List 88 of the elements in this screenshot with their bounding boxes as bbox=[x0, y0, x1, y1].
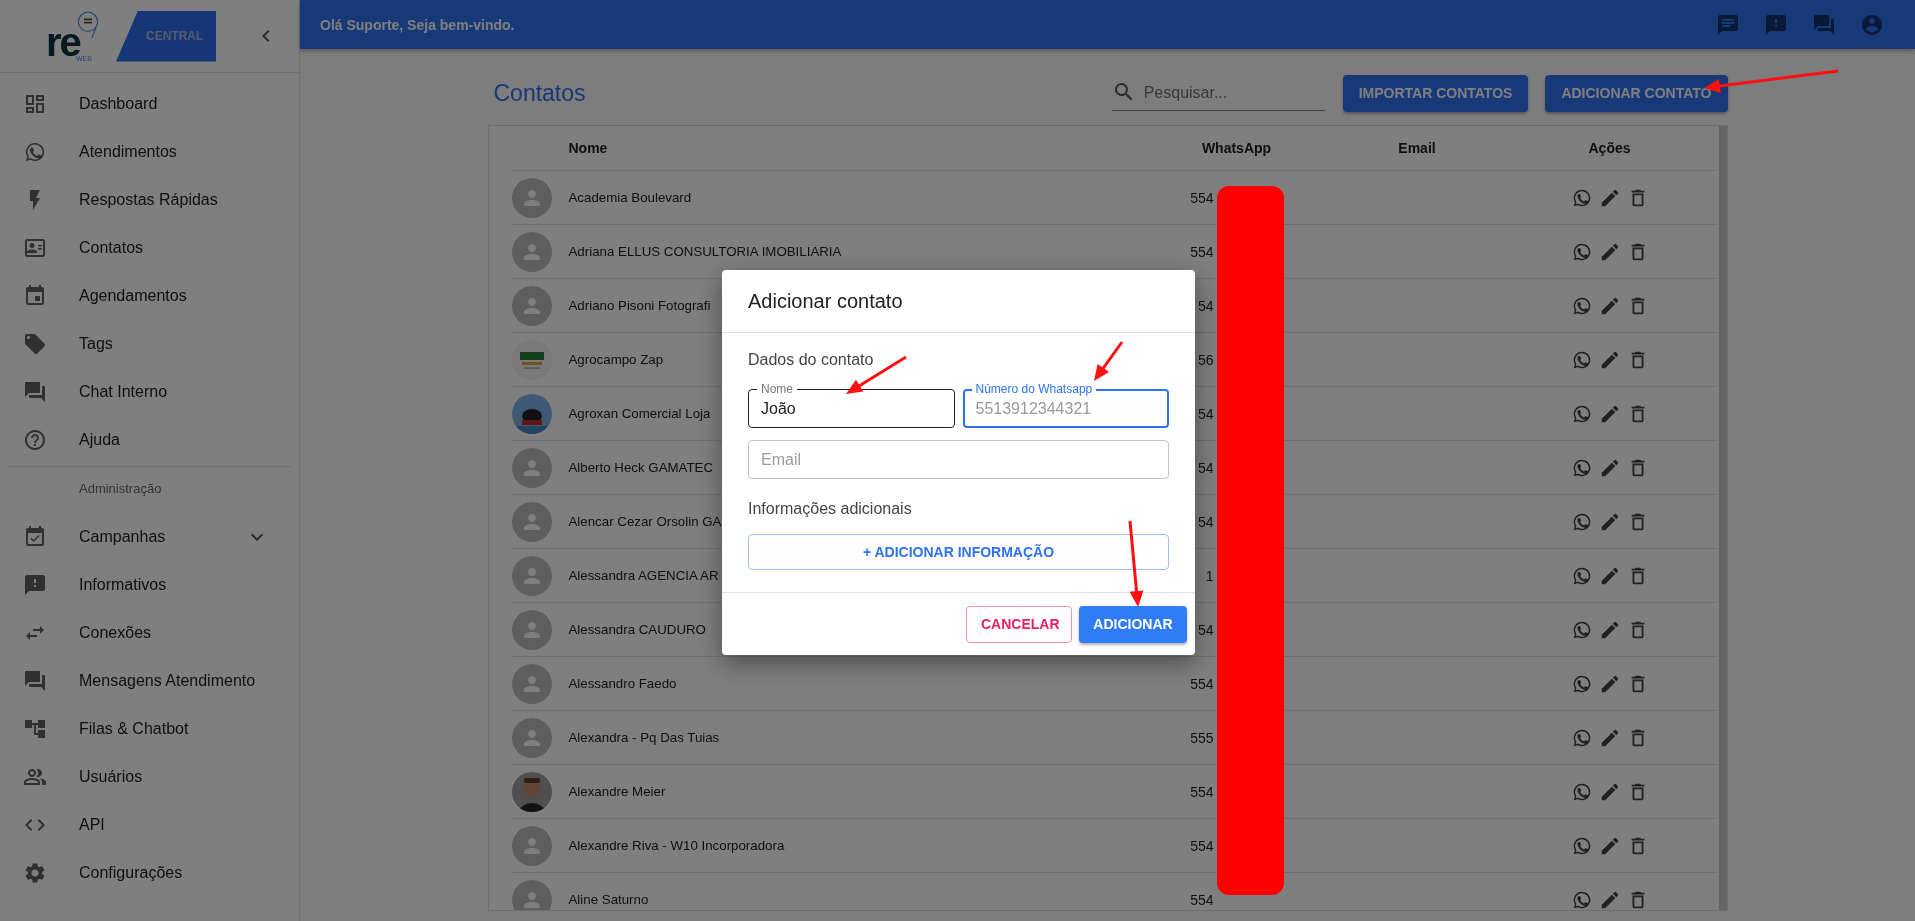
table-cell-text: 554 bbox=[1189, 891, 1214, 908]
scrollbar[interactable] bbox=[1718, 126, 1727, 910]
field-label: Nome bbox=[757, 382, 797, 396]
sidebar-item[interactable]: Respostas Rápidas bbox=[0, 176, 299, 224]
action-button[interactable]: ADICIONAR CONTATO bbox=[1545, 74, 1728, 112]
column-header: Nome bbox=[568, 140, 609, 156]
table-cell: Alexandre Meier bbox=[568, 784, 666, 799]
table-cell-text: 554 bbox=[1189, 783, 1214, 800]
table-cell: Agroxan Comercial Loja bbox=[568, 406, 711, 421]
table-cell: Alencar Cezar Orsolin GA bbox=[568, 514, 722, 529]
table-cell-text: 1 bbox=[1204, 567, 1214, 584]
avatar-icon bbox=[511, 501, 552, 542]
arrow bbox=[1094, 341, 1124, 381]
page-title: Contatos bbox=[493, 79, 586, 107]
sidebar-item[interactable]: Campanhas bbox=[0, 513, 299, 561]
sidebar-item[interactable]: Tags bbox=[0, 320, 299, 368]
column-header: WhatsApp bbox=[1201, 140, 1272, 156]
greeting: Olá Suporte, Seja bem-vindo. bbox=[320, 16, 515, 33]
cancel-button[interactable]: CANCELAR bbox=[966, 605, 1072, 643]
table-cell: Adriana ELLUS CONSULTORIA IMOBILIARIA bbox=[568, 244, 842, 259]
submit-button[interactable]: ADICIONAR bbox=[1079, 605, 1187, 643]
table-cell: Aline Saturno bbox=[568, 892, 649, 907]
calendar-icon bbox=[23, 284, 47, 308]
field-label: Número do Whatsapp bbox=[971, 382, 1097, 396]
column-header: Email bbox=[1398, 140, 1436, 156]
column-header: Ações bbox=[1588, 140, 1631, 156]
table-cell: Alexandre Riva - W10 Incorporadora bbox=[568, 838, 785, 853]
logo-badge: CENTRAL bbox=[116, 10, 216, 62]
sidebar-item[interactable]: Chat Interno bbox=[0, 368, 299, 416]
table-cell: Alessandra CAUDURO bbox=[568, 622, 706, 637]
sidebar-item[interactable]: Atendimentos bbox=[0, 128, 299, 176]
section-heading: Informações adicionais bbox=[748, 500, 913, 518]
table-cell-text: 554 bbox=[1189, 189, 1214, 206]
dashboard-icon bbox=[23, 92, 47, 116]
sidebar-item[interactable]: Filas & Chatbot bbox=[0, 705, 299, 753]
add-info-button[interactable]: + ADICIONAR INFORMAÇÃO bbox=[748, 534, 1169, 570]
table-cell-text: 54 bbox=[1196, 459, 1214, 476]
table-cell-text: 554 bbox=[1189, 675, 1214, 692]
table-cell: Agrocampo Zap bbox=[568, 352, 664, 367]
chat-icon bbox=[23, 380, 47, 404]
avatar-icon bbox=[511, 609, 552, 650]
table-cell-text: 56 bbox=[1196, 351, 1214, 368]
sidebar-item[interactable]: Ajuda bbox=[0, 416, 299, 464]
avatar-icon bbox=[511, 555, 552, 596]
sidebar-item[interactable]: Informativos bbox=[0, 561, 299, 609]
help-icon bbox=[23, 428, 47, 452]
chat-bubble-icon bbox=[23, 140, 47, 164]
calendar-check-icon bbox=[23, 525, 47, 549]
tag-icon bbox=[23, 332, 47, 356]
table-cell-text: 554 bbox=[1189, 243, 1214, 260]
table-cell: Alessandra AGENCIA AR bbox=[568, 568, 719, 583]
sidebar-item[interactable]: Conexões bbox=[0, 609, 299, 657]
sidebar-item[interactable]: Dashboard bbox=[0, 80, 299, 128]
avatar-icon bbox=[511, 825, 552, 866]
sidebar-item[interactable]: Mensagens Atendimento bbox=[0, 657, 299, 705]
section-heading: Dados do contato bbox=[748, 351, 875, 369]
table-cell-text: 555 bbox=[1189, 729, 1214, 746]
action-button[interactable]: IMPORTAR CONTATOS bbox=[1342, 74, 1529, 112]
avatar-icon bbox=[511, 663, 552, 704]
chat-icon bbox=[23, 669, 47, 693]
avatar-icon bbox=[511, 231, 552, 272]
dialog-title: Adicionar contato bbox=[722, 270, 1195, 333]
alert-message-icon bbox=[23, 573, 47, 597]
table-cell-text: 54 bbox=[1196, 297, 1214, 314]
sidebar-item[interactable]: Contatos bbox=[0, 224, 299, 272]
table-cell-text: 54 bbox=[1196, 405, 1214, 422]
sidebar-item[interactable]: Usuários bbox=[0, 753, 299, 801]
avatar-icon bbox=[511, 285, 552, 326]
table-cell-text: 554 bbox=[1189, 837, 1214, 854]
avatar-icon bbox=[511, 447, 552, 488]
settings-icon bbox=[23, 861, 47, 885]
search-field[interactable]: Pesquisar... bbox=[1111, 75, 1325, 111]
avatar-icon bbox=[511, 717, 552, 758]
sidebar-item[interactable]: Configurações bbox=[0, 849, 299, 897]
table-cell-text: 54 bbox=[1196, 621, 1214, 638]
table-cell: Adriano Pisoni Fotografi bbox=[568, 298, 711, 313]
table-cell: Alexandra - Pq Das Tuias bbox=[568, 730, 720, 745]
table-cell: Academia Boulevard bbox=[568, 190, 692, 205]
hierarchy-icon bbox=[23, 717, 47, 741]
sidebar-item[interactable]: API bbox=[0, 801, 299, 849]
contact-card-icon bbox=[23, 236, 47, 260]
table-cell-text: 54 bbox=[1196, 513, 1214, 530]
email-field[interactable]: Email bbox=[748, 440, 1169, 479]
table-cell: Alberto Heck GAMATEC bbox=[568, 460, 714, 475]
sidebar-item[interactable]: Agendamentos bbox=[0, 272, 299, 320]
section-heading: Administração bbox=[78, 480, 163, 498]
avatar-icon bbox=[511, 177, 552, 218]
table-cell: Alessandro Faedo bbox=[568, 676, 677, 691]
